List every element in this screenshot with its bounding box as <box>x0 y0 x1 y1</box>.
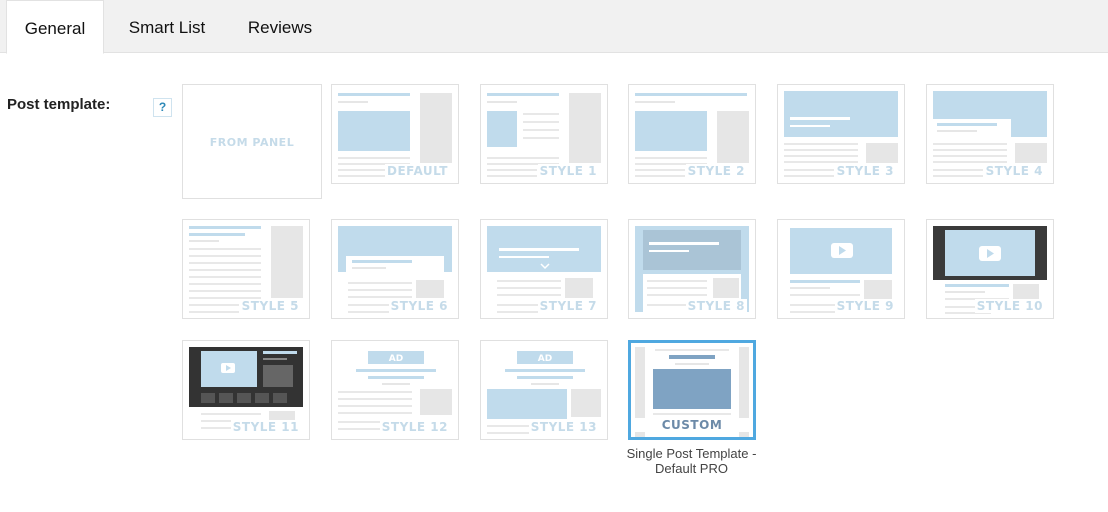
template-label: STYLE 8 <box>685 299 747 313</box>
template-label: DEFAULT <box>385 164 450 178</box>
template-style-8[interactable]: STYLE 8 <box>628 219 756 319</box>
template-label: CUSTOM <box>631 418 753 432</box>
post-template-label: Post template: <box>7 96 111 113</box>
template-style-4[interactable]: STYLE 4 <box>926 84 1054 184</box>
tab-bar: General Smart List Reviews <box>0 0 1108 54</box>
template-label: STYLE 7 <box>537 299 599 313</box>
template-label: STYLE 13 <box>528 420 599 434</box>
template-custom[interactable]: CUSTOM <box>628 340 756 440</box>
template-label: FROM PANEL <box>209 136 295 149</box>
template-style-5[interactable]: STYLE 5 <box>182 219 310 319</box>
template-style-13[interactable]: AD STYLE 13 <box>480 340 608 440</box>
template-label: STYLE 10 <box>974 299 1045 313</box>
ad-label: AD <box>538 354 552 364</box>
template-style-1[interactable]: STYLE 1 <box>480 84 608 184</box>
template-style-9[interactable]: STYLE 9 <box>777 219 905 319</box>
template-style-7[interactable]: STYLE 7 <box>480 219 608 319</box>
template-style-2[interactable]: STYLE 2 <box>628 84 756 184</box>
template-label: STYLE 6 <box>388 299 450 313</box>
template-label: STYLE 4 <box>983 164 1045 178</box>
template-label: STYLE 1 <box>537 164 599 178</box>
selected-template-caption: Single Post Template - Default PRO <box>626 446 757 476</box>
play-icon <box>831 243 853 258</box>
play-icon <box>979 246 1001 261</box>
tab-reviews[interactable]: Reviews <box>234 0 326 53</box>
help-icon[interactable]: ? <box>153 98 172 117</box>
template-label: STYLE 12 <box>379 420 450 434</box>
template-style-10[interactable]: STYLE 10 <box>926 219 1054 319</box>
template-label: STYLE 11 <box>230 420 301 434</box>
template-style-12[interactable]: AD STYLE 12 <box>331 340 459 440</box>
tab-smart-list[interactable]: Smart List <box>112 0 222 53</box>
template-label: STYLE 2 <box>685 164 747 178</box>
template-default[interactable]: DEFAULT <box>331 84 459 184</box>
ad-label: AD <box>389 354 403 364</box>
template-style-3[interactable]: STYLE 3 <box>777 84 905 184</box>
play-icon <box>221 363 235 373</box>
template-label: STYLE 5 <box>239 299 301 313</box>
template-style-11[interactable]: STYLE 11 <box>182 340 310 440</box>
tab-general[interactable]: General <box>6 0 104 54</box>
template-style-6[interactable]: STYLE 6 <box>331 219 459 319</box>
template-label: STYLE 3 <box>834 164 896 178</box>
template-label: STYLE 9 <box>834 299 896 313</box>
template-from-panel[interactable]: FROM PANEL <box>182 84 322 199</box>
